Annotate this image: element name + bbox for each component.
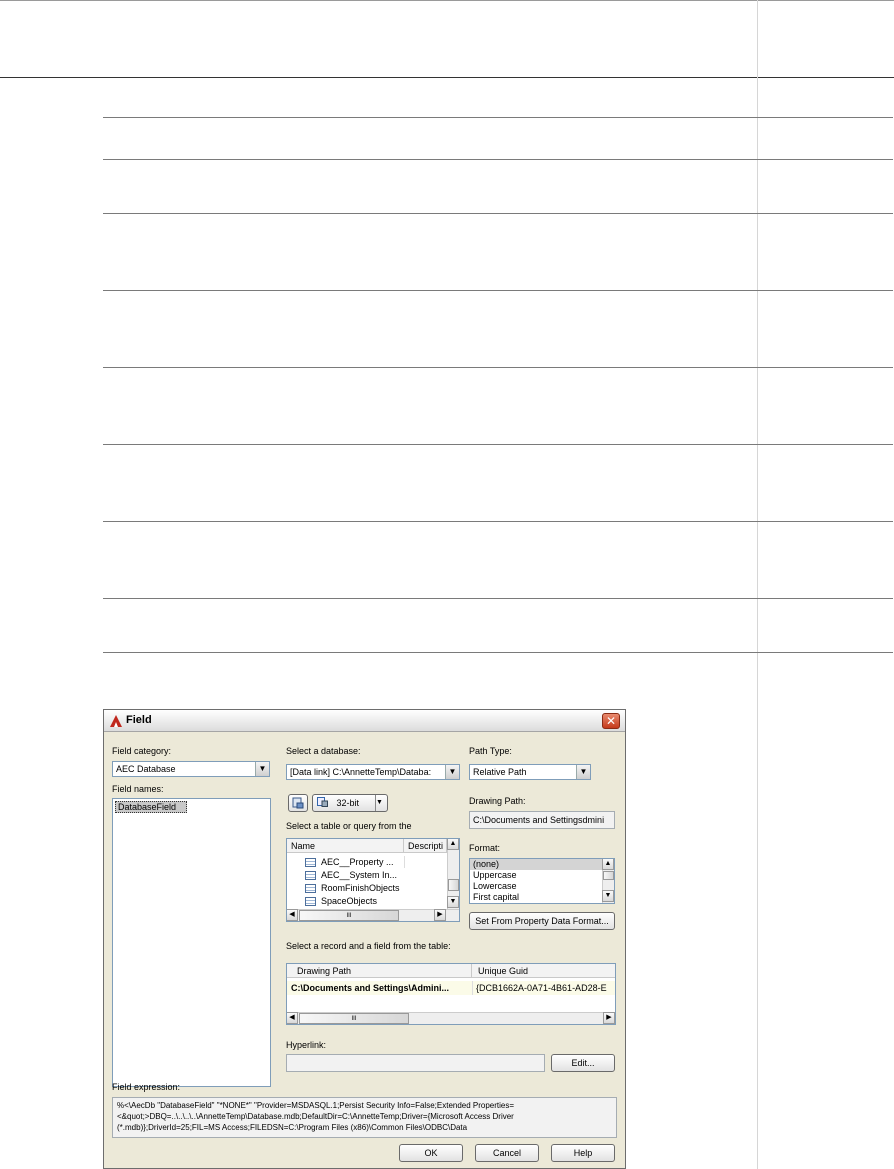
path-type-value: Relative Path xyxy=(473,767,527,777)
table-row[interactable]: C:\Documents and Settings\Admini... {DCB… xyxy=(287,981,615,995)
table-row-label: AEC__Property ... xyxy=(321,857,394,867)
table-query-header: Name Descripti xyxy=(287,839,447,853)
field-expression-label: Field expression: xyxy=(112,1082,181,1092)
hyperlink-label: Hyperlink: xyxy=(286,1040,327,1050)
unique-guid-cell: {DCB1662A-0A71-4B61-AD28-E xyxy=(476,983,607,993)
table-row-label: AEC__System In... xyxy=(321,870,398,880)
field-names-list[interactable]: DatabaseField xyxy=(112,798,271,1087)
table-rule xyxy=(103,652,893,653)
edit-hyperlink-button[interactable]: Edit... xyxy=(551,1054,615,1072)
vertical-scrollbar[interactable]: ▲ ▼ xyxy=(447,839,459,909)
scroll-down-icon[interactable]: ▼ xyxy=(447,896,459,908)
scroll-down-icon[interactable]: ▼ xyxy=(602,890,614,902)
record-field-grid[interactable]: Drawing Path Unique Guid C:\Documents an… xyxy=(286,963,616,1025)
drawing-path-label: Drawing Path: xyxy=(469,796,526,806)
list-item[interactable]: (none) xyxy=(470,859,614,870)
table-query-list[interactable]: Name Descripti AEC__Property ... AEC__Sy… xyxy=(286,838,460,922)
app-icon xyxy=(110,715,122,727)
scroll-up-icon[interactable]: ▲ xyxy=(602,859,614,870)
list-item[interactable]: DatabaseField xyxy=(115,801,187,813)
hyperlink-field xyxy=(286,1054,545,1072)
table-rule xyxy=(103,117,893,118)
field-expression-text: %<\AecDb "DatabaseField" "*NONE*" "Provi… xyxy=(112,1097,617,1138)
database-icon xyxy=(292,797,304,809)
field-category-value: AEC Database xyxy=(116,764,176,774)
scroll-up-icon[interactable]: ▲ xyxy=(447,839,459,850)
table-query-label: Select a table or query from the xyxy=(286,821,412,831)
column-header-unique-guid[interactable]: Unique Guid xyxy=(472,964,615,978)
path-type-select[interactable]: Relative Path ▼ xyxy=(469,764,591,780)
database-value: [Data link] C:\AnnetteTemp\Databa: xyxy=(290,767,432,777)
table-rule xyxy=(103,444,893,445)
table-row[interactable]: SpaceObjects xyxy=(287,895,447,907)
select-database-label: Select a database: xyxy=(286,746,361,756)
close-button[interactable]: ✕ xyxy=(602,713,620,729)
record-field-header: Drawing Path Unique Guid xyxy=(287,964,615,978)
header-rule xyxy=(0,77,894,78)
dialog-title: Field xyxy=(126,714,152,726)
list-item[interactable]: First capital xyxy=(470,892,614,903)
table-icon xyxy=(305,871,316,880)
table-row[interactable]: RoomFinishObjects xyxy=(287,882,447,894)
horizontal-scrollbar[interactable]: ◀ III ▶ xyxy=(287,1012,615,1024)
top-rule xyxy=(0,0,894,1)
table-row[interactable]: AEC__System In... xyxy=(287,869,447,881)
set-from-property-button[interactable]: Set From Property Data Format... xyxy=(469,912,615,930)
ok-button[interactable]: OK xyxy=(399,1144,463,1162)
table-icon xyxy=(305,897,316,906)
format-label: Format: xyxy=(469,843,501,853)
title-bar[interactable]: Field ✕ xyxy=(104,710,625,732)
table-rule xyxy=(103,159,893,160)
record-field-label: Select a record and a field from the tab… xyxy=(286,941,451,951)
cancel-button[interactable]: Cancel xyxy=(475,1144,539,1162)
table-icon xyxy=(305,884,316,893)
table-row-label: SpaceObjects xyxy=(321,896,378,906)
scroll-left-icon[interactable]: ◀ xyxy=(287,1012,298,1024)
table-icon xyxy=(305,858,316,867)
chevron-down-icon[interactable]: ▼ xyxy=(576,765,590,779)
vertical-scrollbar[interactable]: ▲ ▼ xyxy=(602,859,614,903)
drawing-path-field: C:\Documents and Settingsdmini xyxy=(469,811,615,829)
field-names-label: Field names: xyxy=(112,784,164,794)
table-rule xyxy=(103,213,893,214)
column-header-name[interactable]: Name xyxy=(287,839,404,853)
odbc-admin-button[interactable] xyxy=(288,794,308,812)
field-dialog: Field ✕ Field category: AEC Database ▼ F… xyxy=(103,709,626,1169)
scroll-thumb[interactable]: III xyxy=(299,910,399,921)
scroll-left-icon[interactable]: ◀ xyxy=(287,909,298,921)
scroll-thumb[interactable] xyxy=(603,871,614,880)
list-item[interactable]: Lowercase xyxy=(470,881,614,892)
scroll-thumb[interactable] xyxy=(448,879,459,891)
chevron-down-icon[interactable]: ▼ xyxy=(255,762,269,776)
chevron-down-icon[interactable]: ▼ xyxy=(375,795,387,811)
horizontal-scrollbar[interactable]: ◀ III ▶ xyxy=(287,909,459,921)
drawing-path-cell: C:\Documents and Settings\Admini... xyxy=(291,983,450,993)
table-row-label: RoomFinishObjects xyxy=(321,883,400,893)
table-rule xyxy=(103,598,893,599)
database-select[interactable]: [Data link] C:\AnnetteTemp\Databa: ▼ xyxy=(286,764,460,780)
scroll-right-icon[interactable]: ▶ xyxy=(603,1012,615,1024)
list-item[interactable]: Uppercase xyxy=(470,870,614,881)
margin-rule xyxy=(757,0,758,1169)
bitness-dropdown[interactable]: 32-bit ▼ xyxy=(312,794,388,812)
column-header-drawing-path[interactable]: Drawing Path xyxy=(287,964,472,978)
scroll-thumb[interactable]: III xyxy=(299,1013,409,1024)
table-rule xyxy=(103,367,893,368)
format-list[interactable]: (none) Uppercase Lowercase First capital… xyxy=(469,858,615,904)
field-category-label: Field category: xyxy=(112,746,172,756)
odbc-icon xyxy=(317,797,328,807)
field-category-select[interactable]: AEC Database ▼ xyxy=(112,761,270,777)
table-row[interactable]: AEC__Property ... xyxy=(287,856,447,868)
chevron-down-icon[interactable]: ▼ xyxy=(445,765,459,779)
column-header-description[interactable]: Descripti xyxy=(404,839,447,853)
path-type-label: Path Type: xyxy=(469,746,512,756)
bitness-value: 32-bit xyxy=(336,798,360,808)
help-button[interactable]: Help xyxy=(551,1144,615,1162)
table-rule xyxy=(103,521,893,522)
scroll-right-icon[interactable]: ▶ xyxy=(434,909,446,921)
table-rule xyxy=(103,290,893,291)
